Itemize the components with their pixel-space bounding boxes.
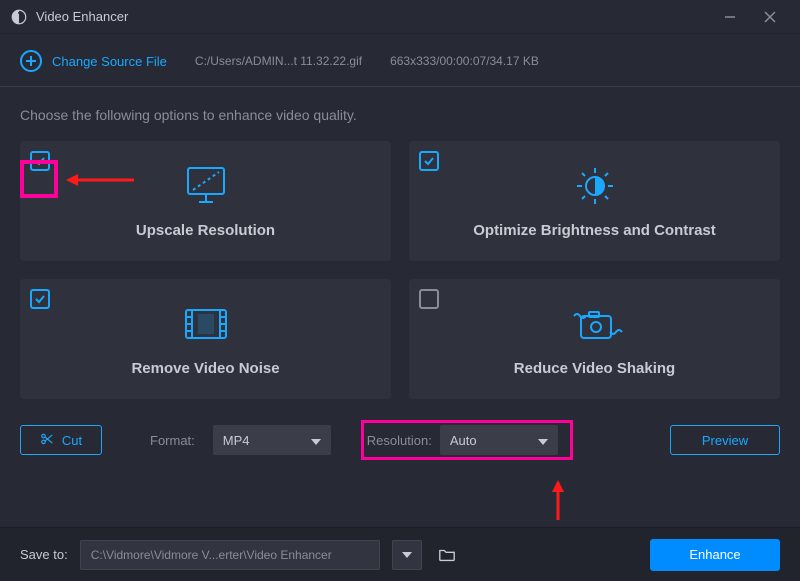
format-select[interactable]: MP4 bbox=[213, 425, 331, 455]
monitor-icon bbox=[181, 164, 231, 208]
camera-shake-icon bbox=[566, 302, 624, 346]
chevron-down-icon bbox=[311, 433, 321, 448]
titlebar: Video Enhancer bbox=[0, 0, 800, 34]
change-source-button[interactable]: Change Source File bbox=[20, 50, 167, 72]
option-shaking-label: Reduce Video Shaking bbox=[514, 360, 675, 377]
source-row: Change Source File C:/Users/ADMIN...t 11… bbox=[0, 34, 800, 87]
plus-icon bbox=[20, 50, 42, 72]
change-source-label: Change Source File bbox=[52, 54, 167, 69]
option-remove-noise[interactable]: Remove Video Noise bbox=[20, 279, 391, 399]
source-meta: 663x333/00:00:07/34.17 KB bbox=[390, 54, 539, 68]
option-brightness-label: Optimize Brightness and Contrast bbox=[473, 222, 716, 239]
checkbox-noise[interactable] bbox=[30, 289, 50, 309]
format-value: MP4 bbox=[223, 433, 250, 448]
save-path-dropdown[interactable] bbox=[392, 540, 422, 570]
save-to-label: Save to: bbox=[20, 547, 68, 562]
options-grid: Upscale Resolution Optimize Brightness a… bbox=[0, 133, 800, 399]
option-upscale-resolution[interactable]: Upscale Resolution bbox=[20, 141, 391, 261]
resolution-value: Auto bbox=[450, 433, 477, 448]
preview-label: Preview bbox=[702, 433, 748, 448]
option-brightness-contrast[interactable]: Optimize Brightness and Contrast bbox=[409, 141, 780, 261]
chevron-down-icon bbox=[538, 433, 548, 448]
instruction-text: Choose the following options to enhance … bbox=[0, 87, 800, 133]
film-noise-icon bbox=[178, 302, 234, 346]
app-title: Video Enhancer bbox=[36, 9, 128, 24]
enhance-label: Enhance bbox=[689, 547, 740, 562]
enhance-button[interactable]: Enhance bbox=[650, 539, 780, 571]
footer: Save to: C:\Vidmore\Vidmore V...erter\Vi… bbox=[0, 527, 800, 581]
preview-button[interactable]: Preview bbox=[670, 425, 780, 455]
controls-row: Cut Format: MP4 Resolution: Auto Preview bbox=[0, 399, 800, 455]
option-reduce-shaking[interactable]: Reduce Video Shaking bbox=[409, 279, 780, 399]
checkbox-upscale[interactable] bbox=[30, 151, 50, 171]
scissors-icon bbox=[40, 432, 54, 449]
resolution-label: Resolution: bbox=[367, 433, 432, 448]
option-upscale-label: Upscale Resolution bbox=[136, 222, 275, 239]
minimize-button[interactable] bbox=[710, 0, 750, 34]
cut-button[interactable]: Cut bbox=[20, 425, 102, 455]
cut-label: Cut bbox=[62, 433, 82, 448]
sun-contrast-icon bbox=[570, 164, 620, 208]
annotation-arrow-resolution bbox=[548, 480, 568, 522]
open-folder-button[interactable] bbox=[434, 540, 460, 570]
option-noise-label: Remove Video Noise bbox=[131, 360, 279, 377]
checkbox-brightness[interactable] bbox=[419, 151, 439, 171]
save-path-value: C:\Vidmore\Vidmore V...erter\Video Enhan… bbox=[91, 548, 332, 562]
save-path-field[interactable]: C:\Vidmore\Vidmore V...erter\Video Enhan… bbox=[80, 540, 380, 570]
close-button[interactable] bbox=[750, 0, 790, 34]
format-label: Format: bbox=[150, 433, 195, 448]
resolution-select[interactable]: Auto bbox=[440, 425, 558, 455]
app-icon bbox=[10, 8, 28, 26]
checkbox-shaking[interactable] bbox=[419, 289, 439, 309]
source-path: C:/Users/ADMIN...t 11.32.22.gif bbox=[195, 54, 362, 68]
